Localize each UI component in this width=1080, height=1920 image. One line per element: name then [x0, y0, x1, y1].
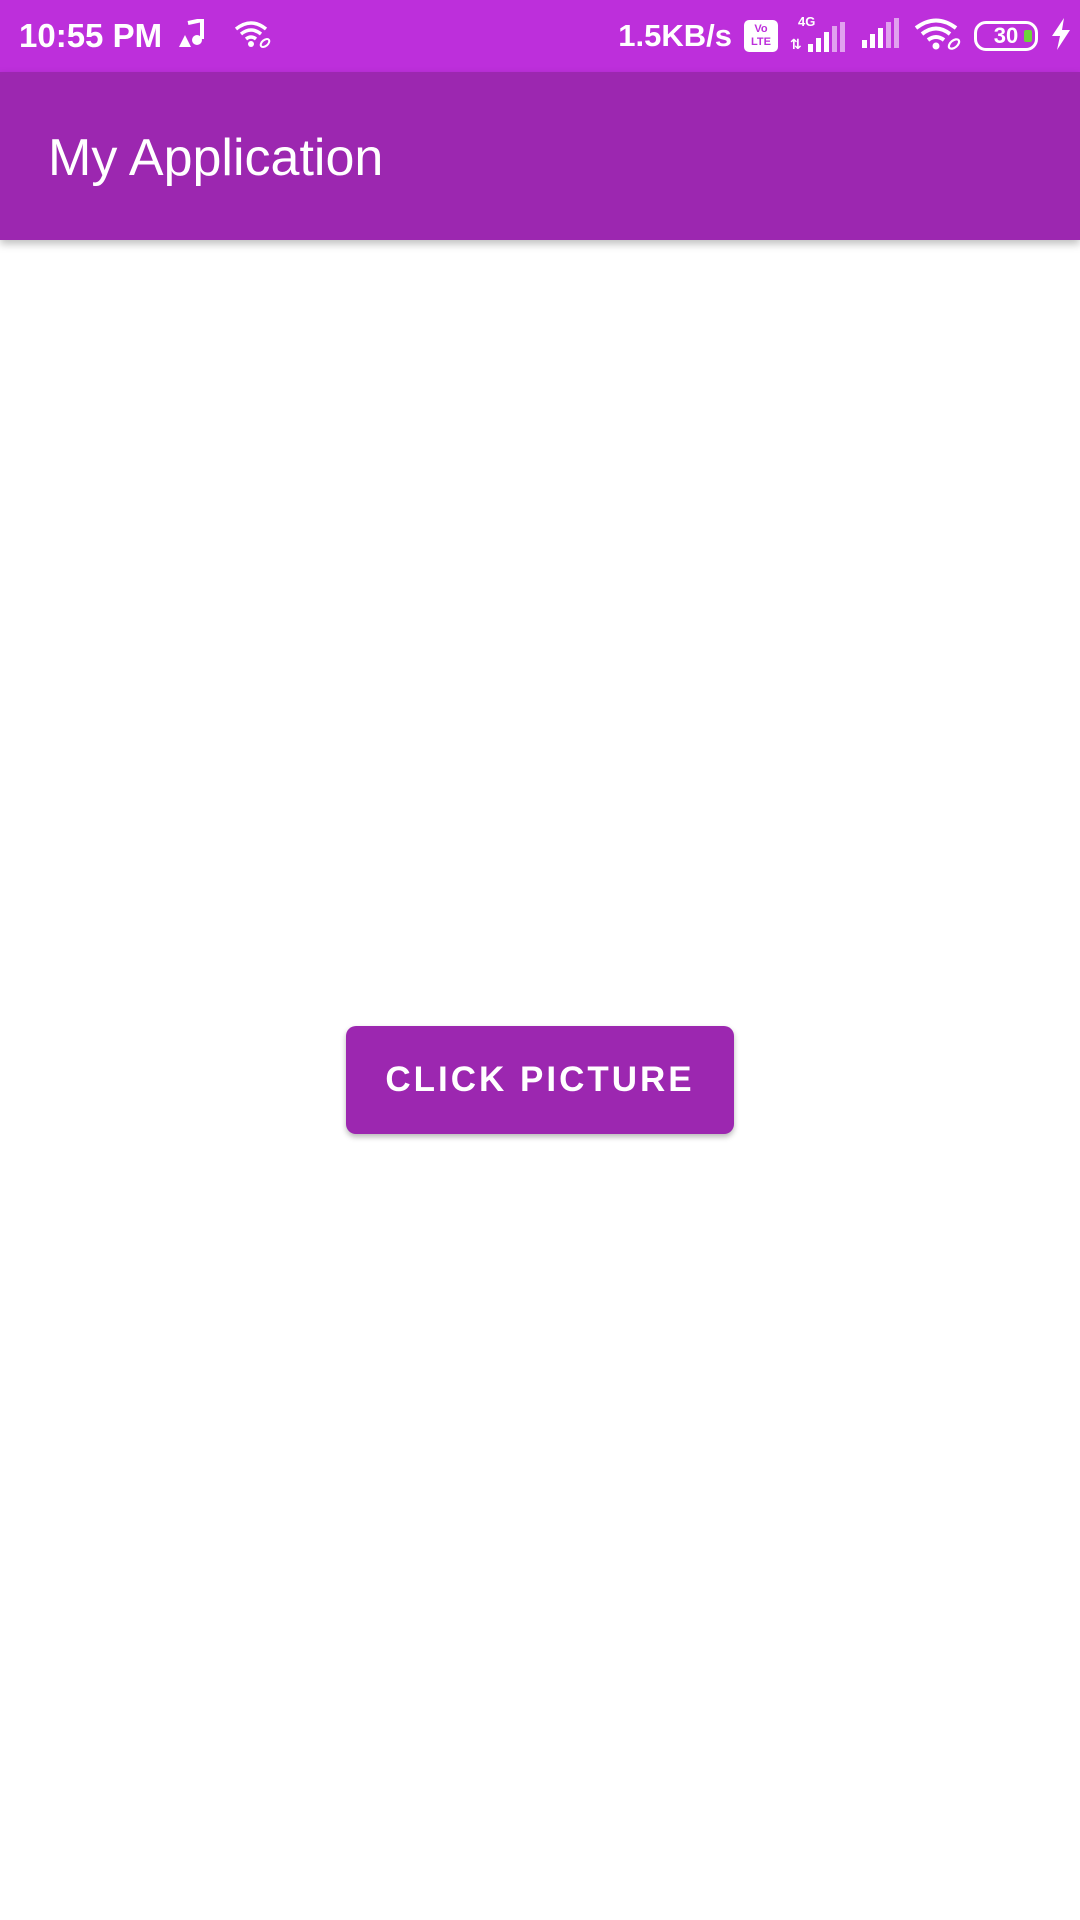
signal-icon: [860, 17, 902, 55]
status-bar: 10:55 PM 1.5KB/s Vo LTE 4G ⇅ 30: [0, 0, 1080, 72]
click-picture-button[interactable]: CLICK PICTURE: [346, 1026, 734, 1134]
volte-bottom-label: LTE: [751, 36, 771, 48]
network-speed: 1.5KB/s: [618, 18, 732, 53]
app-title: My Application: [48, 129, 384, 187]
data-arrows-icon: ⇅: [790, 36, 802, 52]
battery-icon: 30: [974, 21, 1038, 51]
music-notification-icon: [176, 17, 206, 54]
battery-level: 30: [993, 23, 1019, 48]
status-time: 10:55 PM: [19, 17, 163, 54]
charging-icon: [1050, 17, 1072, 55]
battery-fill: [1024, 30, 1032, 42]
wifi-link-icon: [234, 19, 272, 54]
screen: 10:55 PM 1.5KB/s Vo LTE 4G ⇅ 30 My Appli…: [0, 0, 1080, 1920]
volte-icon: Vo LTE: [744, 20, 778, 52]
signal-4g-icon: 4G ⇅: [790, 14, 848, 56]
wifi-icon: [914, 17, 962, 56]
volte-top-label: Vo: [754, 23, 768, 35]
status-right: 1.5KB/s Vo LTE 4G ⇅ 30: [618, 14, 1072, 58]
status-left-icons: [176, 17, 272, 54]
app-bar: My Application: [0, 72, 1080, 240]
